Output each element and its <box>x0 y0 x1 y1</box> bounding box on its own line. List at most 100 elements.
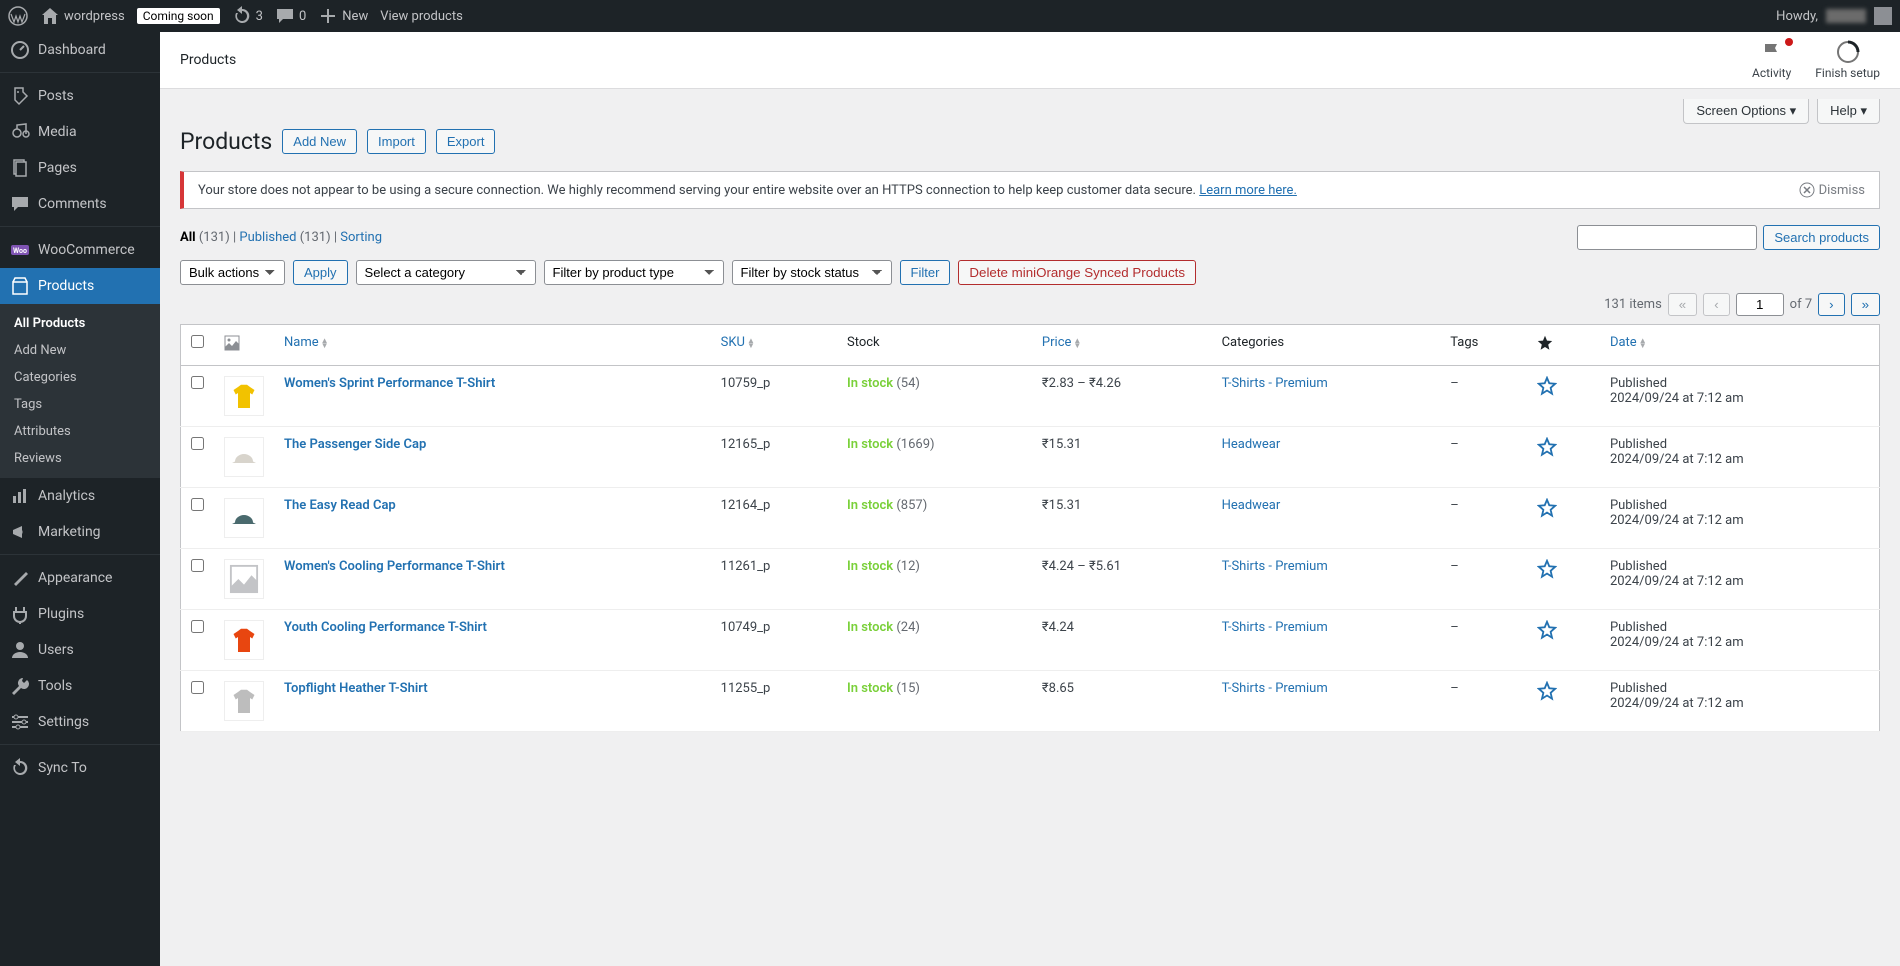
product-name-link[interactable]: Women's Sprint Performance T-Shirt <box>284 376 495 391</box>
product-thumb <box>229 625 259 655</box>
category-link[interactable]: T-Shirts - Premium <box>1222 376 1328 391</box>
submenu-tags[interactable]: Tags <box>0 391 160 418</box>
table-row: The Easy Read Cap12164_pIn stock (857)₹1… <box>181 488 1880 549</box>
product-name-link[interactable]: Women's Cooling Performance T-Shirt <box>284 559 505 574</box>
view-products-link[interactable]: View products <box>380 9 463 24</box>
screen-options-button[interactable]: Screen Options <box>1683 99 1809 124</box>
row-checkbox[interactable] <box>191 681 204 694</box>
view-sorting[interactable]: Sorting <box>340 230 382 245</box>
view-all[interactable]: All <box>180 230 196 245</box>
stock-status: In stock <box>847 376 893 391</box>
category-link[interactable]: Headwear <box>1222 498 1281 513</box>
sku-cell: 10749_p <box>711 610 837 671</box>
sku-cell: 12165_p <box>711 427 837 488</box>
page-header: Products Activity Finish setup <box>160 32 1900 89</box>
row-checkbox[interactable] <box>191 498 204 511</box>
category-link[interactable]: T-Shirts - Premium <box>1222 620 1328 635</box>
category-filter[interactable]: Select a category <box>356 260 536 285</box>
page-input[interactable] <box>1736 293 1784 316</box>
add-new-button[interactable]: Add New <box>282 129 357 154</box>
last-page-button[interactable]: » <box>1851 293 1880 316</box>
select-all-checkbox[interactable] <box>191 335 204 348</box>
help-button[interactable]: Help <box>1817 99 1880 124</box>
submenu-reviews[interactable]: Reviews <box>0 445 160 472</box>
menu-dashboard[interactable]: Dashboard <box>0 32 160 68</box>
menu-products[interactable]: Products <box>0 268 160 304</box>
bulk-actions-select[interactable]: Bulk actions <box>180 260 285 285</box>
notice-link[interactable]: Learn more here. <box>1199 183 1297 198</box>
featured-star-button[interactable] <box>1537 437 1557 457</box>
product-name-link[interactable]: Youth Cooling Performance T-Shirt <box>284 620 487 635</box>
col-categories: Categories <box>1212 325 1441 366</box>
col-date[interactable]: Date▲▼ <box>1600 325 1880 366</box>
row-checkbox[interactable] <box>191 376 204 389</box>
product-name-link[interactable]: Topflight Heather T-Shirt <box>284 681 428 696</box>
menu-posts[interactable]: Posts <box>0 78 160 114</box>
featured-star-button[interactable] <box>1537 681 1557 701</box>
category-link[interactable]: Headwear <box>1222 437 1281 452</box>
row-checkbox[interactable] <box>191 437 204 450</box>
menu-sync[interactable]: Sync To <box>0 750 160 786</box>
import-button[interactable]: Import <box>367 129 426 154</box>
submenu-all-products[interactable]: All Products <box>0 310 160 337</box>
category-link[interactable]: T-Shirts - Premium <box>1222 559 1328 574</box>
filter-button[interactable]: Filter <box>900 260 951 285</box>
category-link[interactable]: T-Shirts - Premium <box>1222 681 1328 696</box>
submenu-add-new[interactable]: Add New <box>0 337 160 364</box>
row-checkbox[interactable] <box>191 559 204 572</box>
finish-setup-button[interactable]: Finish setup <box>1815 40 1880 80</box>
view-published[interactable]: Published <box>239 230 296 245</box>
menu-users[interactable]: Users <box>0 632 160 668</box>
submenu-categories[interactable]: Categories <box>0 364 160 391</box>
featured-star-button[interactable] <box>1537 498 1557 518</box>
submenu-attributes[interactable]: Attributes <box>0 418 160 445</box>
menu-woocommerce[interactable]: WooWooCommerce <box>0 232 160 268</box>
prev-page-button[interactable]: ‹ <box>1703 293 1729 316</box>
sku-cell: 11261_p <box>711 549 837 610</box>
activity-button[interactable]: Activity <box>1752 40 1791 80</box>
stock-count: (24) <box>896 620 920 635</box>
stock-count: (54) <box>896 376 920 391</box>
col-name[interactable]: Name▲▼ <box>274 325 711 366</box>
menu-media[interactable]: Media <box>0 114 160 150</box>
featured-star-button[interactable] <box>1537 376 1557 396</box>
products-submenu: All Products Add New Categories Tags Att… <box>0 304 160 478</box>
menu-pages[interactable]: Pages <box>0 150 160 186</box>
updates-link[interactable]: 3 <box>232 6 263 26</box>
search-button[interactable]: Search products <box>1763 225 1880 250</box>
stock-filter[interactable]: Filter by stock status <box>732 260 892 285</box>
first-page-button[interactable]: « <box>1668 293 1697 316</box>
menu-appearance[interactable]: Appearance <box>0 560 160 596</box>
new-link[interactable]: New <box>318 6 368 26</box>
tags-cell: – <box>1440 427 1527 488</box>
avatar[interactable] <box>1874 7 1892 25</box>
close-icon <box>1799 182 1815 198</box>
col-price[interactable]: Price▲▼ <box>1032 325 1212 366</box>
dismiss-button[interactable]: Dismiss <box>1799 182 1865 198</box>
menu-analytics[interactable]: Analytics <box>0 478 160 514</box>
wp-logo[interactable] <box>8 6 28 26</box>
apply-button[interactable]: Apply <box>293 260 348 285</box>
menu-settings[interactable]: Settings <box>0 704 160 740</box>
delete-synced-button[interactable]: Delete miniOrange Synced Products <box>958 260 1196 285</box>
date-cell: Published2024/09/24 at 7:12 am <box>1600 427 1880 488</box>
col-sku[interactable]: SKU▲▼ <box>711 325 837 366</box>
row-checkbox[interactable] <box>191 620 204 633</box>
featured-star-button[interactable] <box>1537 559 1557 579</box>
search-input[interactable] <box>1577 225 1757 250</box>
col-tags: Tags <box>1440 325 1527 366</box>
menu-marketing[interactable]: Marketing <box>0 514 160 550</box>
featured-star-button[interactable] <box>1537 620 1557 640</box>
comments-link[interactable]: 0 <box>275 6 306 26</box>
export-button[interactable]: Export <box>436 129 496 154</box>
menu-tools[interactable]: Tools <box>0 668 160 704</box>
site-link[interactable]: wordpress <box>40 6 125 26</box>
price-cell: ₹15.31 <box>1032 427 1212 488</box>
product-name-link[interactable]: The Easy Read Cap <box>284 498 396 513</box>
menu-plugins[interactable]: Plugins <box>0 596 160 632</box>
product-name-link[interactable]: The Passenger Side Cap <box>284 437 426 452</box>
next-page-button[interactable]: › <box>1818 293 1844 316</box>
admin-bar: wordpress Coming soon 3 0 New View produ… <box>0 0 1900 32</box>
product-type-filter[interactable]: Filter by product type <box>544 260 724 285</box>
menu-comments[interactable]: Comments <box>0 186 160 222</box>
